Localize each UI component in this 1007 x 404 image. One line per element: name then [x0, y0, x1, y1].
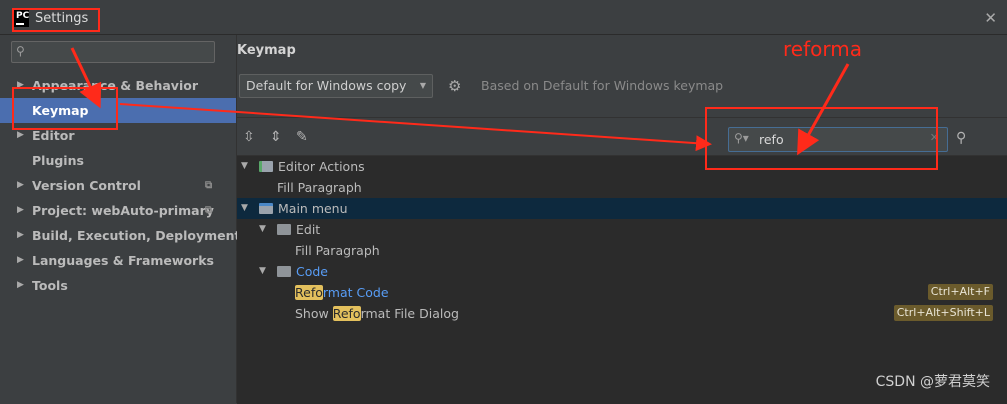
- annotation-arrows: [70, 47, 850, 156]
- annotation-arrow-keymap-to-filter: [119, 103, 712, 152]
- annotation-arrow-title-to-keymap: [70, 47, 102, 109]
- annotation-arrow-label-to-filter: [797, 63, 850, 156]
- watermark: CSDN @萝君莫笑: [875, 374, 990, 390]
